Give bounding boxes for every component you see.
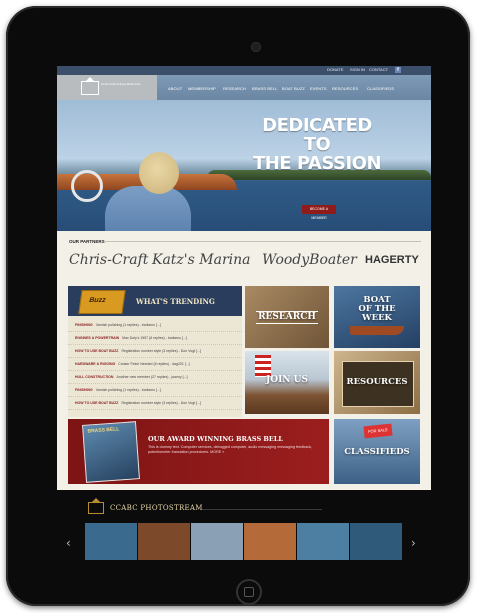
list-item[interactable]: FINISHING Varnish polishing (1 replies) -… [68, 385, 242, 397]
topic-text: Cruiser Fetch Needed (6 replies) - dag20… [118, 362, 190, 366]
badge-text: Buzz [88, 297, 107, 304]
utility-bar: DONATE SIGN IN CONTACT f [57, 66, 431, 75]
classifieds-label: CLASSIFIEDS [344, 447, 410, 457]
topic-text: Registration number style (3 replies) - … [121, 401, 201, 405]
photo-thumbnail[interactable] [85, 523, 137, 560]
topic-category: HOW TO USE BOAT BUZZ [75, 401, 119, 405]
photo-thumbnail[interactable] [191, 523, 243, 560]
join-us-tile[interactable]: JOIN US [245, 351, 329, 414]
home-button[interactable] [236, 579, 262, 605]
camera-icon [251, 42, 261, 52]
photo-thumbnail[interactable] [138, 523, 190, 560]
research-tile[interactable]: RESEARCH [245, 286, 329, 348]
topic-category: FINISHING [75, 388, 93, 392]
more-link[interactable]: MORE » [210, 450, 224, 454]
nav-boat-buzz[interactable]: BOAT BUZZ [282, 86, 305, 91]
become-member-button[interactable]: BECOME A MEMBER [302, 205, 336, 220]
topic-category: HARDWARE & RIGGING [75, 362, 116, 366]
chevron-right-icon[interactable]: › [411, 536, 416, 550]
divider [202, 509, 322, 510]
botw-line-3: WEEK [362, 313, 392, 323]
nav-events[interactable]: EVENTS [310, 86, 327, 91]
hero-headline: DEDICATED TO THE PASSION [247, 116, 387, 173]
site-logo[interactable]: Chris-Craft Antique Boat Club [57, 75, 157, 100]
partners-heading: OUR PARTNERS [69, 239, 105, 244]
clubhouse-icon [88, 498, 104, 514]
magazine-title: BRASS BELL [87, 426, 120, 435]
boat-of-the-week-label: BOAT OF THE WEEK [334, 296, 420, 323]
contact-link[interactable]: CONTACT [369, 67, 388, 72]
driver-body [105, 186, 191, 231]
nav-research[interactable]: RESEARCH [223, 86, 246, 91]
trending-header: Buzz WHAT'S TRENDING [68, 286, 242, 316]
topic-text: Max Doty's 1957 (6 replies) - bcdiamo [.… [122, 336, 187, 340]
flag-image [255, 355, 271, 377]
research-label: RESEARCH [256, 311, 318, 324]
award-description: This is dummy text. Computer services, d… [148, 445, 318, 455]
boat-image [350, 326, 404, 335]
nav-about[interactable]: ABOUT [168, 86, 182, 91]
boat-of-the-week-tile[interactable]: BOAT OF THE WEEK [334, 286, 420, 348]
photo-thumbnail[interactable] [244, 523, 296, 560]
logo-text: Chris-Craft Antique Boat Club [101, 82, 141, 86]
facebook-icon[interactable]: f [395, 67, 401, 73]
nav-classifieds[interactable]: CLASSIFIEDS [367, 86, 394, 91]
list-item[interactable]: HOW TO USE BOAT BUZZ Registration number … [68, 346, 242, 358]
nav-resources[interactable]: RESOURCES [332, 86, 358, 91]
topic-text: Another new member (27 replies) - jsanny… [116, 375, 188, 379]
sign-in-link[interactable]: SIGN IN [350, 67, 365, 72]
chevron-left-icon[interactable]: ‹ [66, 536, 71, 550]
topic-text: Varnish polishing (1 replies) - bcdiamo … [95, 388, 161, 392]
donate-link[interactable]: DONATE [327, 67, 343, 72]
topic-category: HOW TO USE BOAT BUZZ [75, 349, 119, 353]
headline-line-2: THE PASSION [252, 153, 382, 174]
headline-line-1: DEDICATED TO [262, 115, 372, 155]
partner-katzs-marina[interactable]: Katz's Marina [152, 252, 251, 268]
for-sale-sign: FOR SALE [363, 423, 393, 439]
topic-category: ENGINES & POWERTRAIN [75, 336, 120, 340]
resources-tile[interactable]: RESOURCES [334, 351, 420, 414]
website-screen: DONATE SIGN IN CONTACT f Chris-Craft Ant… [57, 66, 431, 490]
nav-membership[interactable]: MEMBERSHIP [188, 86, 216, 91]
list-item[interactable]: FINISHING Varnish polishing (1 replies) -… [68, 320, 242, 332]
driver-head [139, 152, 179, 194]
list-item[interactable]: HOW TO USE BOAT BUZZ Registration number … [68, 398, 242, 410]
brass-bell-promo[interactable]: BRASS BELL OUR AWARD WINNING BRASS BELL … [68, 419, 329, 484]
photo-thumbnail[interactable] [297, 523, 349, 560]
award-desc-text: This is dummy text. Computer services, d… [148, 445, 312, 454]
classifieds-tile[interactable]: FOR SALE CLASSIFIEDS [334, 419, 420, 484]
boat-buzz-badge[interactable]: Buzz [78, 290, 126, 314]
steering-wheel [71, 170, 103, 202]
resources-label: RESOURCES [346, 377, 408, 387]
award-title: OUR AWARD WINNING BRASS BELL [148, 435, 283, 443]
photostream-header: CCABC PHOTOSTREAM [82, 498, 402, 518]
trending-panel: Buzz WHAT'S TRENDING FINISHING Varnish po… [68, 286, 242, 417]
list-item[interactable]: ENGINES & POWERTRAIN Max Doty's 1957 (6 r… [68, 333, 242, 345]
partner-woodyboater[interactable]: WoodyBoater [262, 252, 357, 268]
magazine-cover: BRASS BELL [82, 421, 140, 483]
photostream-thumbnails [85, 523, 405, 560]
list-item[interactable]: HULL CONSTRUCTION Another new member (27 … [68, 372, 242, 384]
topic-category: FINISHING [75, 323, 93, 327]
hero-banner: DEDICATED TO THE PASSION BECOME A MEMBER [57, 100, 431, 231]
partner-hagerty[interactable]: HAGERTY [365, 254, 419, 266]
topic-category: HULL CONSTRUCTION [75, 375, 114, 379]
topic-text: Registration number style (3 replies) - … [121, 349, 201, 353]
partner-chris-craft[interactable]: Chris-Craft [69, 252, 148, 268]
clubhouse-icon [81, 77, 99, 95]
main-navigation: Chris-Craft Antique Boat Club ABOUT MEMB… [57, 75, 431, 100]
trending-list: FINISHING Varnish polishing (1 replies) -… [68, 320, 242, 411]
topic-text: Varnish polishing (1 replies) - bcdiamo … [95, 323, 161, 327]
trending-title: WHAT'S TRENDING [136, 297, 215, 306]
photostream-title: CCABC PHOTOSTREAM [110, 504, 203, 512]
join-us-label: JOIN US [265, 375, 309, 385]
photo-thumbnail[interactable] [350, 523, 402, 560]
list-item[interactable]: HARDWARE & RIGGING Cruiser Fetch Needed (… [68, 359, 242, 371]
divider [105, 241, 421, 242]
nav-brass-bell[interactable]: BRASS BELL [252, 86, 277, 91]
